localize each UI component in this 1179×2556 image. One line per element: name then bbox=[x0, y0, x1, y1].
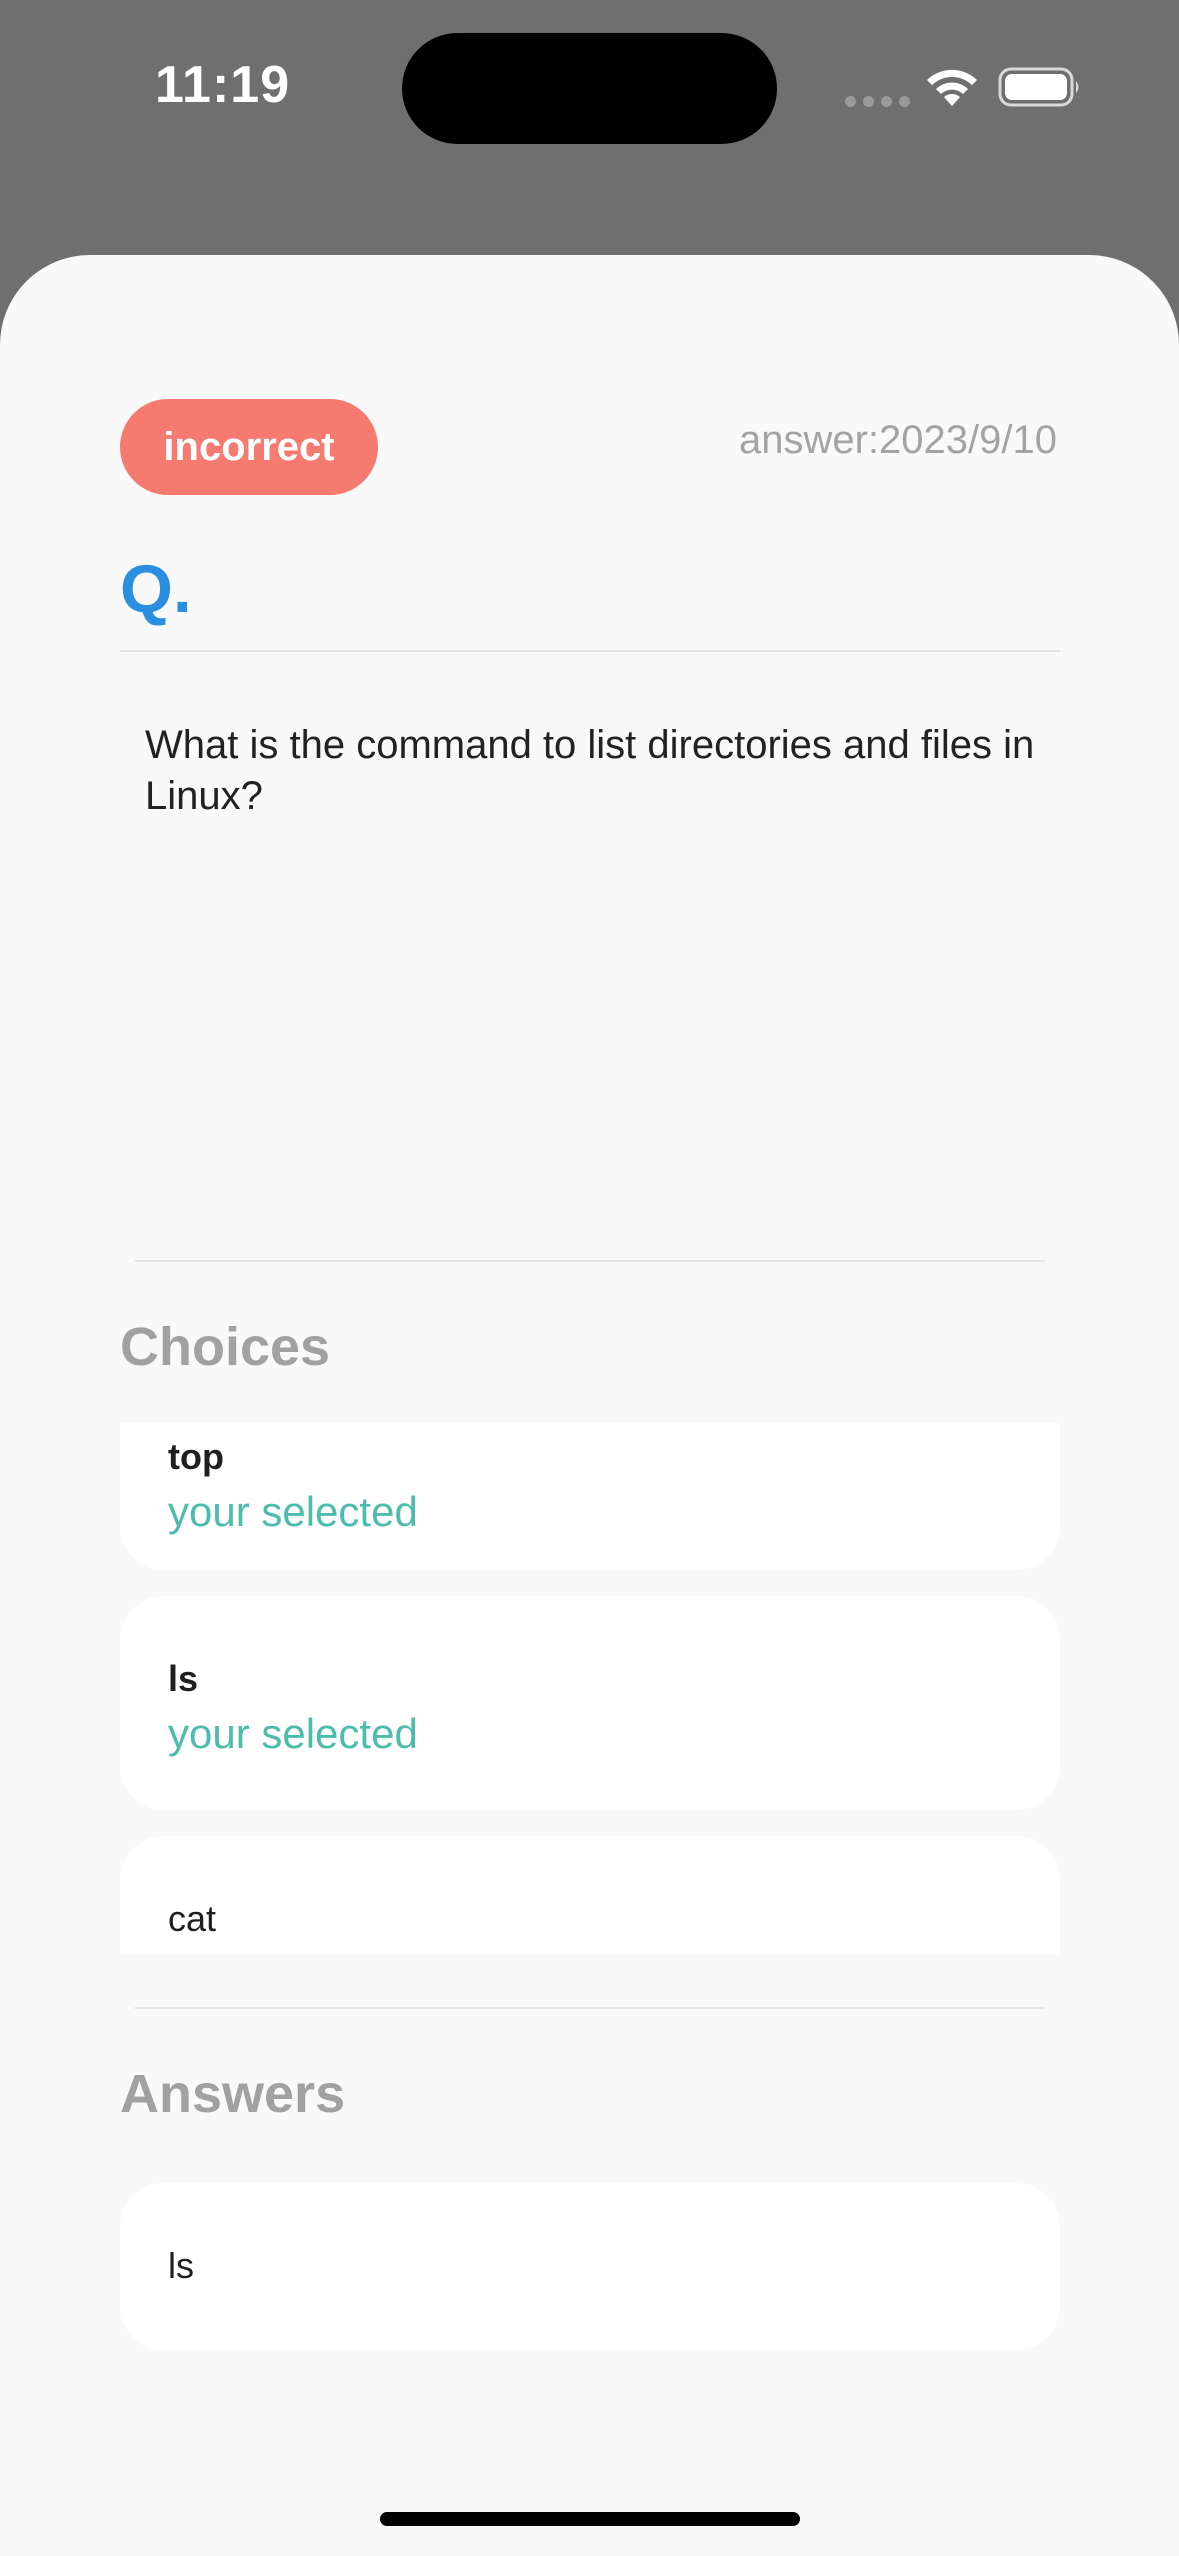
result-badge: incorrect bbox=[120, 399, 378, 495]
wifi-icon bbox=[927, 69, 977, 106]
status-time: 11:19 bbox=[155, 56, 291, 114]
choice-item-ls[interactable]: ls your selected bbox=[120, 1596, 1060, 1810]
answer-item: ls bbox=[120, 2183, 1060, 2350]
answers-divider bbox=[135, 2007, 1045, 2009]
question-divider bbox=[120, 650, 1060, 652]
battery-icon bbox=[998, 67, 1079, 107]
choice-label: ls bbox=[168, 1658, 199, 1699]
selected-indicator: your selected bbox=[168, 1488, 418, 1535]
question-text: What is the command to list directories … bbox=[145, 723, 1035, 818]
choice-label: cat bbox=[168, 1898, 217, 1939]
choices-title: Choices bbox=[120, 1317, 331, 1377]
status-bar: 11:19 bbox=[0, 0, 1179, 200]
choices-divider bbox=[135, 1260, 1045, 1262]
choice-item-cat[interactable]: cat bbox=[120, 1836, 1060, 1954]
answer-date: answer:2023/9/10 bbox=[738, 418, 1057, 462]
choice-item-top[interactable]: top your selected bbox=[120, 1423, 1060, 1570]
dynamic-island bbox=[402, 33, 777, 144]
choices-list[interactable]: top your selected ls your selected cat bbox=[120, 1423, 1060, 1954]
answers-title: Answers bbox=[120, 2064, 346, 2124]
choice-label: top bbox=[168, 1436, 224, 1477]
question-label: Q. bbox=[120, 551, 192, 627]
answer-label: ls bbox=[168, 2245, 194, 2286]
cellular-signal-icon bbox=[845, 96, 910, 107]
selected-indicator: your selected bbox=[168, 1710, 418, 1757]
home-indicator[interactable] bbox=[380, 2512, 800, 2526]
